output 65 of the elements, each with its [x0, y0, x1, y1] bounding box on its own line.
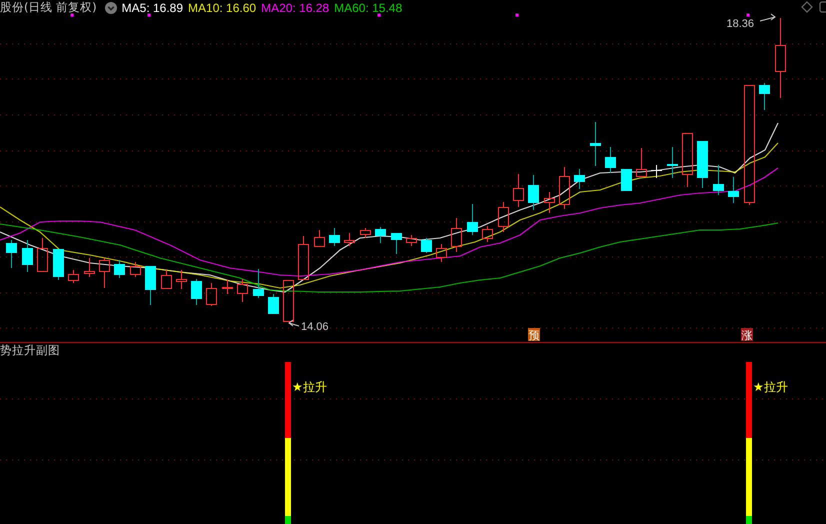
candlestick [84, 258, 95, 278]
candlestick [191, 278, 202, 306]
chevron-down-icon[interactable] [104, 2, 117, 14]
moving-average-value: MA5: 16.89 [122, 0, 184, 14]
candlestick [605, 146, 616, 174]
candlestick [314, 230, 325, 248]
candlestick [436, 244, 447, 262]
signal-label: ★拉升 [292, 380, 327, 394]
candlestick [406, 234, 417, 246]
candlestick [145, 266, 156, 306]
price-label: 14.06 [301, 321, 329, 333]
candlestick [329, 228, 340, 246]
candlestick [375, 226, 386, 244]
candlestick [451, 218, 462, 252]
candlestick [206, 282, 217, 306]
moving-average-value: MA10: 16.60 [188, 0, 256, 14]
candlestick [682, 132, 693, 188]
candlestick [6, 240, 17, 268]
signal-badge: 预 [528, 328, 540, 342]
candlestick [759, 82, 770, 110]
price-label: 18.36 [726, 18, 754, 30]
candlestick [498, 202, 509, 232]
leader-arrow [760, 14, 776, 22]
signal-label: ★拉升 [753, 380, 788, 394]
candlestick [161, 270, 172, 290]
candlestick [544, 192, 555, 214]
candlestick [130, 262, 141, 278]
chart-title: 股份(日线 前复权) [0, 0, 97, 15]
candlestick [528, 174, 539, 210]
candlestick [728, 176, 739, 204]
candlestick [298, 236, 309, 280]
candlestick [268, 294, 279, 314]
candlestick [590, 122, 601, 166]
leader-arrow [288, 320, 300, 326]
candlestick [559, 166, 570, 210]
candlestick [697, 140, 708, 188]
candlestick [482, 226, 493, 242]
candlestick [513, 174, 524, 208]
signal-badge: 涨 [741, 328, 753, 342]
candlestick [421, 238, 432, 254]
moving-average-value: MA20: 16.28 [261, 0, 330, 14]
candlestick [176, 270, 187, 290]
diamond-icon[interactable] [801, 1, 813, 13]
candlestick [37, 238, 48, 272]
candlestick [237, 278, 248, 302]
candlestick [22, 240, 33, 272]
candlestick [360, 228, 371, 238]
candlestick [253, 268, 264, 298]
candlestick [621, 168, 632, 192]
indicator-panel-title: 势拉升副图 [0, 343, 60, 358]
candlestick [391, 232, 402, 254]
candlestick [467, 204, 478, 236]
candlestick [667, 146, 678, 178]
candlestick [344, 232, 355, 246]
candlestick [713, 164, 724, 196]
candlestick [114, 260, 125, 278]
candlestick [651, 164, 662, 178]
candlestick [99, 258, 110, 288]
candlestick [68, 270, 79, 284]
candlestick [222, 280, 233, 294]
candlestick [283, 280, 294, 322]
candlestick [636, 148, 647, 178]
candlestick [53, 248, 64, 280]
moving-average-value: MA60: 15.48 [334, 0, 402, 14]
candlestick [574, 168, 585, 190]
